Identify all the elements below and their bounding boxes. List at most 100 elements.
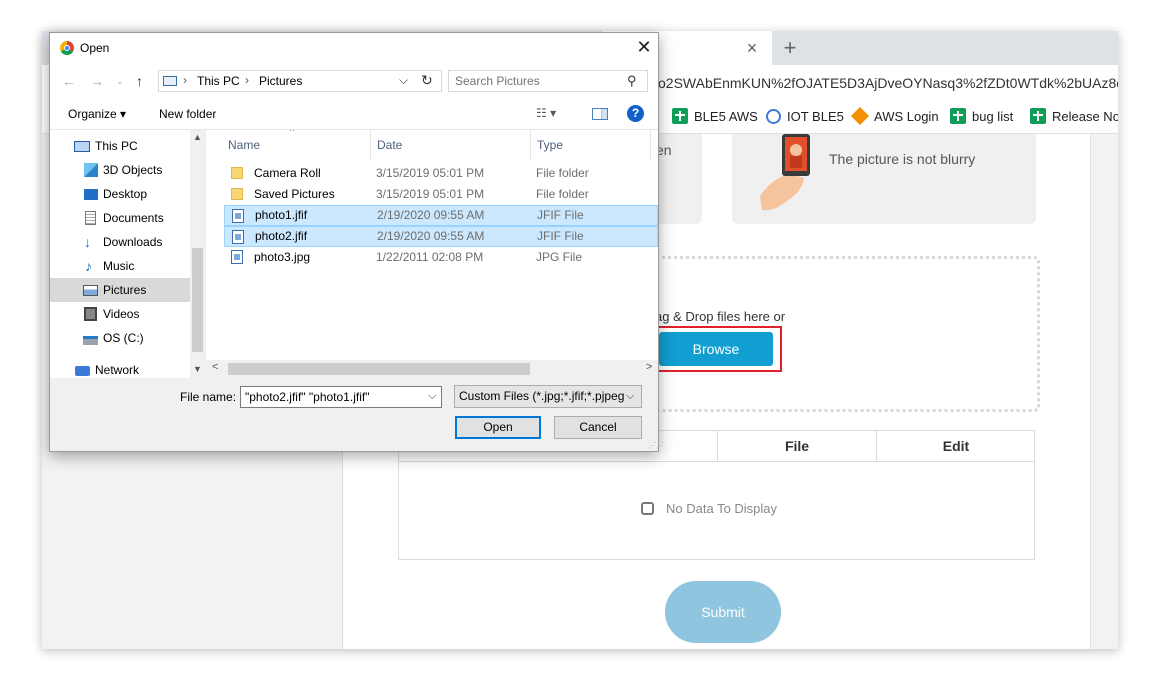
file-name-input[interactable] [240,386,442,408]
breadcrumb-this-pc[interactable]: This PC [197,74,240,88]
videos-icon [84,307,97,321]
sheets-icon [1030,108,1046,124]
cancel-button[interactable]: Cancel [554,416,642,439]
example-card-text: The picture is not blurry [829,151,976,167]
search-icon: ⚲ [627,73,637,88]
sheets-icon [950,108,966,124]
breadcrumb-pictures[interactable]: Pictures [259,74,302,88]
help-icon[interactable]: ? [627,105,644,122]
nav-item-music[interactable]: ♪ Music [50,254,190,278]
network-icon [75,366,90,376]
submit-button[interactable]: Submit [665,581,781,643]
bookmark-aws-login[interactable]: AWS Login [850,106,939,127]
nav-item-downloads[interactable]: ↓ Downloads [50,230,190,254]
bookmark-ble5-aws[interactable]: BLE5 AWS [672,107,758,127]
url-field[interactable]: o2SWAbEnmKUN%2fOJATE5D3AjDveOYNasq3%2fZD… [658,73,1118,93]
no-data-message: No Data To Display [641,501,777,516]
scroll-down-icon[interactable]: ▼ [193,364,202,374]
forward-arrow-icon[interactable]: → [90,73,104,89]
dialog-toolbar: Organize ▾ New folder ☷ ▾ ? [50,99,658,130]
nav-item-label: Music [103,259,135,273]
view-options-icon[interactable]: ☷ ▾ [536,106,556,120]
file-date: 2/19/2020 09:55 AM [377,229,485,243]
chevron-down-icon[interactable]: ⌄ [116,76,124,87]
nav-item-videos[interactable]: Videos [50,302,190,326]
example-card-not-blurry: The picture is not blurry [732,134,1036,224]
address-breadcrumb[interactable]: › This PC › Pictures ⌵ ↻ [158,70,442,92]
resize-grip-icon[interactable]: ⋰⋰ [648,441,664,450]
open-file-dialog: Open ✕ ← → ⌄ ↑ › This PC › Pictures ⌵ ↻ … [49,32,664,452]
image-file-icon [232,230,244,244]
nav-item-label: 3D Objects [103,163,163,177]
tab-close-icon[interactable]: × [742,38,762,58]
nav-item-os-c[interactable]: OS (C:) [50,326,190,350]
nav-scroll-thumb[interactable] [192,248,203,352]
file-name: Camera Roll [254,166,321,180]
nav-item-3d-objects[interactable]: 3D Objects [50,158,190,182]
file-row-camera-roll[interactable]: Camera Roll 3/15/2019 05:01 PM File fold… [224,163,658,184]
scroll-up-icon[interactable]: ▲ [193,132,202,142]
file-row-photo1[interactable]: photo1.jfif 2/19/2020 09:55 AM JFIF File [224,205,658,226]
nav-scrollbar[interactable]: ▲ ▼ [190,130,205,378]
column-type[interactable]: Type [537,130,563,160]
file-list-hscrollbar[interactable]: < > [206,360,658,378]
chevron-down-icon[interactable]: ⌵ [399,73,408,88]
file-date: 3/15/2019 05:01 PM [376,166,485,180]
file-row-photo3[interactable]: photo3.jpg 1/22/2011 02:08 PM JPG File [224,247,658,268]
new-tab-button[interactable]: + [778,37,802,59]
column-name[interactable]: Name [228,130,260,160]
new-folder-button[interactable]: New folder [159,107,216,121]
drive-icon [83,336,98,345]
nav-item-documents[interactable]: Documents [50,206,190,230]
refresh-icon[interactable]: ↻ [421,72,433,89]
bookmark-label: AWS Login [874,109,939,124]
sheets-icon [672,108,688,124]
bookmark-label: BLE5 AWS [694,109,758,124]
nav-item-label: OS (C:) [103,331,144,345]
close-icon[interactable]: ✕ [634,37,654,57]
preview-pane-icon[interactable] [592,108,608,120]
file-type: File folder [536,187,589,201]
downloads-icon: ↓ [84,234,91,250]
dialog-title: Open [80,41,110,55]
search-input[interactable] [455,73,625,89]
bookmark-iot-ble5[interactable]: IOT BLE5 [766,107,844,127]
nav-item-pictures[interactable]: Pictures [50,278,190,302]
3d-objects-icon [84,163,98,177]
nav-item-label: This PC [95,139,138,153]
file-row-photo2[interactable]: photo2.jfif 2/19/2020 09:55 AM JFIF File [224,226,658,247]
h-scroll-thumb[interactable] [228,363,530,375]
nav-item-desktop[interactable]: Desktop [50,182,190,206]
file-name: photo2.jfif [255,229,308,243]
file-name: photo3.jpg [254,250,311,264]
browse-button[interactable]: Browse [659,332,773,366]
chevron-down-icon[interactable]: ⌵ [626,390,634,403]
file-date: 1/22/2011 02:08 PM [376,250,484,264]
file-type: JFIF File [537,229,584,243]
column-edit: Edit [876,431,1035,461]
file-name-label: File name: [180,390,237,404]
organize-menu[interactable]: Organize ▾ [68,107,126,121]
nav-item-label: Videos [103,307,140,321]
pictures-icon [83,285,98,296]
up-arrow-icon[interactable]: ↑ [136,73,143,89]
file-type-select[interactable]: Custom Files (*.jpg;*.jfif;*.pjpeg [454,385,642,408]
scroll-left-icon[interactable]: < [212,361,218,373]
file-row-saved-pictures[interactable]: Saved Pictures 3/15/2019 05:01 PM File f… [224,184,658,205]
bookmark-release-notes[interactable]: Release Not [1030,107,1118,127]
open-button[interactable]: Open [455,416,541,439]
file-name: photo1.jfif [255,208,308,222]
file-list: Name ^ Date Type Camera Roll 3/15/2019 0… [206,130,658,378]
back-arrow-icon[interactable]: ← [62,73,76,89]
search-box[interactable]: ⚲ [448,70,648,92]
chevron-down-icon[interactable]: ⌵ [428,390,436,403]
no-data-icon [641,502,654,515]
navigation-pane: This PC 3D Objects Desktop Documents ↓ D… [50,130,205,378]
nav-item-this-pc[interactable]: This PC [50,134,190,158]
bookmark-bug-list[interactable]: bug list [950,107,1013,127]
column-date[interactable]: Date [377,130,402,160]
nav-item-network[interactable]: Network [50,358,190,378]
bookmark-label: bug list [972,109,1014,124]
scroll-right-icon[interactable]: > [646,361,652,373]
hand-phone-illustration [760,134,810,211]
